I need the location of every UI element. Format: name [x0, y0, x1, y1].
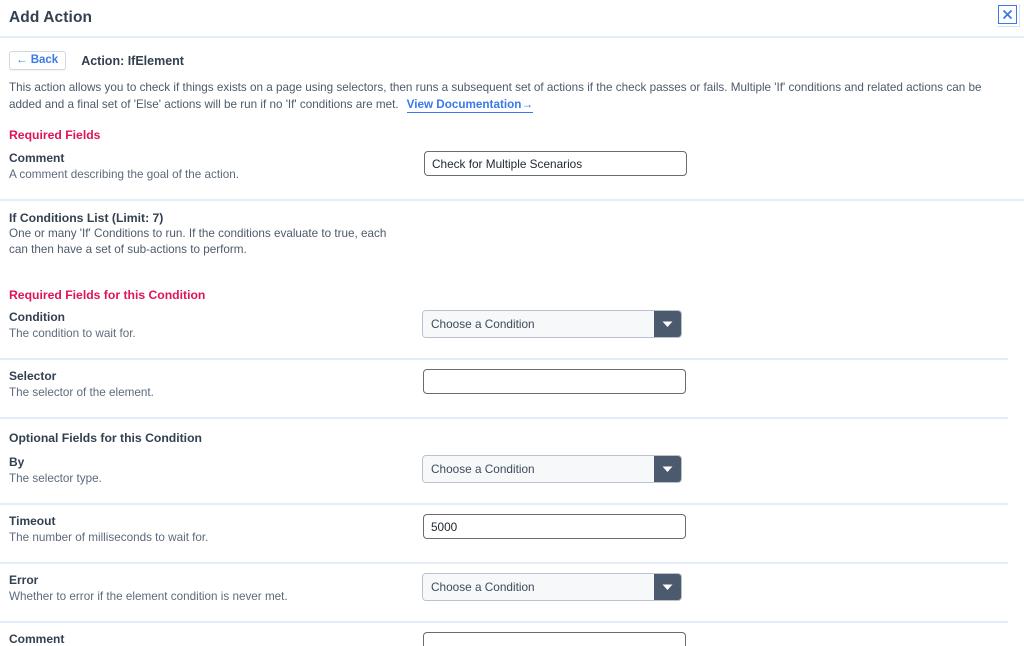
field-text-selector: Selector The selector of the element. [0, 369, 415, 401]
field-row-selector: Selector The selector of the element. [0, 369, 1024, 417]
divider-after-error [0, 621, 1008, 623]
field-row-timeout: Timeout The number of milliseconds to wa… [0, 514, 1024, 562]
field-row-condition: Condition The condition to wait for. Cho… [0, 310, 1024, 358]
comment-input-top[interactable] [424, 151, 687, 176]
field-text-comment-condition: Comment A comment describing the goal of… [0, 632, 415, 646]
if-conditions-description: One or many 'If' Conditions to run. If t… [9, 227, 387, 256]
required-condition-heading: Required Fields for this Condition [9, 288, 206, 302]
field-label-condition: Condition [9, 310, 65, 324]
field-text-by: By The selector type. [0, 455, 415, 487]
condition-select[interactable]: Choose a Condition [422, 310, 682, 338]
field-control-condition: Choose a Condition [415, 310, 1024, 338]
field-label-selector: Selector [9, 369, 57, 383]
field-desc-by: The selector type. [9, 472, 102, 485]
field-control-comment-condition [415, 632, 1024, 646]
field-text-comment-top: Comment A comment describing the goal of… [0, 151, 415, 183]
field-label-timeout: Timeout [9, 514, 56, 528]
field-row-error: Error Whether to error if the element co… [0, 573, 1024, 621]
window-titlebar: Add Action [0, 0, 1024, 38]
divider-after-selector [0, 417, 1008, 419]
if-conditions-heading: If Conditions List (Limit: 7) [9, 211, 164, 225]
by-select[interactable]: Choose a Condition [422, 455, 682, 483]
field-desc-comment-top: A comment describing the goal of the act… [9, 168, 239, 181]
action-bar: ← Back Action: IfElement [0, 38, 1024, 70]
chevron-down-icon[interactable] [654, 456, 681, 482]
field-control-selector [415, 369, 1024, 394]
optional-condition-heading: Optional Fields for this Condition [9, 431, 202, 445]
page-title: Add Action [9, 9, 93, 26]
field-control-comment-top [415, 151, 1024, 176]
field-label-comment-condition: Comment [9, 632, 65, 646]
error-select[interactable]: Choose a Condition [422, 573, 682, 601]
selector-input[interactable] [423, 369, 686, 394]
field-label-error: Error [9, 573, 39, 587]
field-desc-condition: The condition to wait for. [9, 327, 136, 340]
chevron-down-icon[interactable] [654, 574, 681, 600]
field-desc-selector: The selector of the element. [9, 386, 154, 399]
error-select-value: Choose a Condition [423, 574, 654, 600]
divider-after-condition [0, 358, 1008, 360]
field-text-timeout: Timeout The number of milliseconds to wa… [0, 514, 415, 546]
back-button[interactable]: ← Back [9, 51, 67, 70]
field-text-error: Error Whether to error if the element co… [0, 573, 415, 605]
arrow-right-icon: → [521, 98, 534, 111]
field-label-by: By [9, 455, 25, 469]
by-select-value: Choose a Condition [423, 456, 654, 482]
timeout-input[interactable] [423, 514, 686, 539]
field-text-condition: Condition The condition to wait for. [0, 310, 415, 342]
divider-after-timeout [0, 562, 1008, 564]
close-button[interactable] [998, 5, 1017, 24]
view-documentation-link[interactable]: View Documentation→ [406, 98, 534, 113]
field-row-comment-top: Comment A comment describing the goal of… [0, 151, 1024, 199]
field-desc-timeout: The number of milliseconds to wait for. [9, 531, 209, 544]
field-row-by: By The selector type. Choose a Condition [0, 455, 1024, 503]
view-documentation-label: View Documentation [406, 98, 522, 111]
condition-comment-input[interactable] [423, 632, 686, 646]
condition-select-value: Choose a Condition [423, 311, 654, 337]
close-icon [1002, 9, 1013, 20]
field-row-comment-condition: Comment A comment describing the goal of… [0, 632, 1024, 646]
action-description: This action allows you to check if thing… [9, 79, 1013, 113]
divider-after-by [0, 503, 1008, 505]
required-fields-heading: Required Fields [9, 128, 101, 142]
action-name-label: Action: IfElement [81, 53, 184, 68]
chevron-down-icon[interactable] [654, 311, 681, 337]
field-control-timeout [415, 514, 1024, 539]
field-desc-error: Whether to error if the element conditio… [9, 590, 288, 603]
field-control-error: Choose a Condition [415, 573, 1024, 601]
field-label-comment-top: Comment [9, 151, 65, 165]
field-control-by: Choose a Condition [415, 455, 1024, 483]
